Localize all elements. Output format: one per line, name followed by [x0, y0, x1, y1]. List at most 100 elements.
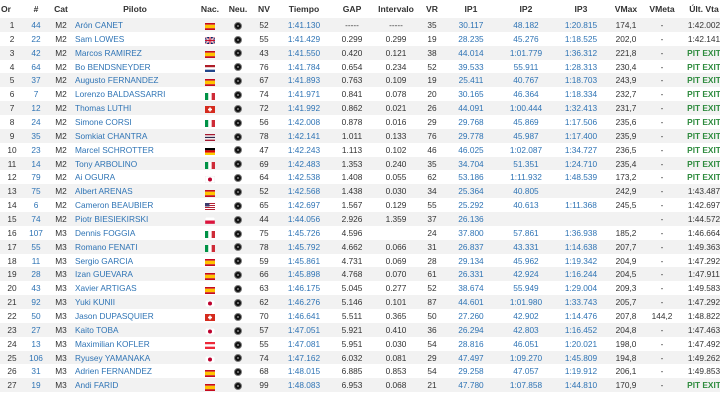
rider-number[interactable]: 11	[24, 253, 48, 268]
rider-number[interactable]: 74	[24, 212, 48, 226]
header-14[interactable]: IP3	[554, 0, 608, 18]
rider-name[interactable]: Kaito TOBA	[74, 322, 196, 337]
rider-number[interactable]: 12	[24, 101, 48, 116]
rider-name[interactable]: Simone CORSI	[74, 115, 196, 129]
rider-name[interactable]: Izan GUEVARA	[74, 267, 196, 282]
interval-cell: 0.030	[372, 184, 420, 199]
rider-number[interactable]: 22	[24, 31, 48, 46]
rider-name[interactable]: Augusto FERNANDEZ	[74, 73, 196, 88]
rider-name[interactable]: Tony ARBOLINO	[74, 156, 196, 171]
rider-number[interactable]: 31	[24, 364, 48, 379]
tyre-icon	[224, 31, 252, 46]
rider-name[interactable]: Romano FENATI	[74, 239, 196, 254]
rider-number[interactable]: 6	[24, 198, 48, 213]
category-cell: M2	[48, 101, 74, 116]
rider-number[interactable]: 13	[24, 336, 48, 351]
header-8[interactable]: Tiempo	[276, 0, 332, 18]
flag-icon	[205, 313, 215, 322]
gap-cell: 0.299	[332, 31, 372, 46]
header-16[interactable]: VMeta	[644, 0, 680, 18]
gap-cell: 5.951	[332, 336, 372, 351]
rider-name[interactable]: Bo BENDSNEYDER	[74, 59, 196, 74]
rider-name[interactable]: Xavier ARTIGAS	[74, 281, 196, 296]
interval-cell: 0.030	[372, 336, 420, 351]
split-3: 1:45.809	[554, 350, 608, 365]
split-1: 39.533	[444, 59, 498, 74]
rider-number[interactable]: 42	[24, 45, 48, 60]
rider-number[interactable]: 24	[24, 115, 48, 129]
rider-name[interactable]: Marcos RAMIREZ	[74, 45, 196, 60]
rider-number[interactable]: 55	[24, 239, 48, 254]
rider-name[interactable]: Sergio GARCIA	[74, 253, 196, 268]
rider-number[interactable]: 19	[24, 378, 48, 393]
rider-number[interactable]: 14	[24, 156, 48, 171]
rider-number[interactable]: 35	[24, 128, 48, 143]
rider-name[interactable]: Adrien FERNANDEZ	[74, 364, 196, 379]
category-cell: M2	[48, 170, 74, 185]
rider-number[interactable]: 64	[24, 59, 48, 74]
header-12[interactable]: IP1	[444, 0, 498, 18]
header-2[interactable]: #	[24, 0, 48, 18]
best-lap-cell: 54	[420, 364, 444, 379]
rider-name[interactable]: Dennis FOGGIA	[74, 225, 196, 240]
vmeta-cell: -	[644, 225, 680, 240]
rider-number[interactable]: 37	[24, 73, 48, 88]
header-6[interactable]: Neu.	[224, 0, 252, 18]
rider-name[interactable]: Piotr BIESIEKIRSKI	[74, 212, 196, 226]
rider-name[interactable]: Yuki KUNII	[74, 295, 196, 310]
interval-cell: 0.410	[372, 322, 420, 337]
rider-number[interactable]: 75	[24, 184, 48, 199]
header-1[interactable]: Or	[0, 0, 24, 18]
header-5[interactable]: Nac.	[196, 0, 224, 18]
split-1: 29.768	[444, 115, 498, 129]
rider-name[interactable]: Cameron BEAUBIER	[74, 198, 196, 213]
rider-name[interactable]: Lorenzo BALDASSARRI	[74, 87, 196, 102]
rider-number[interactable]: 50	[24, 309, 48, 323]
flag-icon	[205, 383, 215, 391]
gap-cell: 0.862	[332, 101, 372, 116]
rider-name[interactable]: Marcel SCHROTTER	[74, 142, 196, 157]
rider-number[interactable]: 79	[24, 170, 48, 185]
rider-number[interactable]: 23	[24, 142, 48, 157]
header-7[interactable]: NV	[252, 0, 276, 18]
last-lap: 1:49.363	[680, 239, 720, 254]
header-11[interactable]: VR	[420, 0, 444, 18]
header-9[interactable]: GAP	[332, 0, 372, 18]
rider-name[interactable]: Albert ARENAS	[74, 184, 196, 199]
rider-number[interactable]: 106	[24, 350, 48, 365]
table-header-row: Or # Cat Piloto Nac. Neu. NV Tiempo GAP Intervalo…	[0, 0, 720, 18]
rider-number[interactable]: 92	[24, 295, 48, 310]
rider-number[interactable]: 7	[24, 87, 48, 102]
rider-name[interactable]: Maximilian KOFLER	[74, 336, 196, 351]
header-3[interactable]: Cat	[48, 0, 74, 18]
rider-name[interactable]: Sam LOWES	[74, 31, 196, 46]
order-cell: 3	[0, 45, 24, 60]
rider-name[interactable]: Andi FARID	[74, 378, 196, 393]
rider-name[interactable]: Somkiat CHANTRA	[74, 128, 196, 143]
rider-number[interactable]: 43	[24, 281, 48, 296]
header-17[interactable]: Últ. Vta	[680, 0, 720, 18]
rider-name[interactable]: Jason DUPASQUIER	[74, 309, 196, 323]
header-4[interactable]: Piloto	[74, 0, 196, 18]
best-time: 1:41.893	[276, 73, 332, 88]
laps-cell: 52	[252, 184, 276, 199]
split-3: 1:18.334	[554, 87, 608, 102]
rider-name[interactable]: Ryusey YAMANAKA	[74, 350, 196, 365]
rider-number[interactable]: 27	[24, 322, 48, 337]
header-13[interactable]: IP2	[498, 0, 554, 18]
rider-name[interactable]: Ai OGURA	[74, 170, 196, 185]
tyre-icon	[224, 267, 252, 282]
rider-number[interactable]: 107	[24, 225, 48, 240]
nation-flag	[196, 87, 224, 102]
best-lap-cell: 50	[420, 309, 444, 323]
header-10[interactable]: Intervalo	[372, 0, 420, 18]
laps-cell: 55	[252, 336, 276, 351]
rider-name[interactable]: Thomas LUTHI	[74, 101, 196, 116]
vmax-cell: 242,9	[608, 184, 644, 199]
rider-number[interactable]: 44	[24, 18, 48, 32]
rider-number[interactable]: 28	[24, 267, 48, 282]
header-15[interactable]: VMax	[608, 0, 644, 18]
category-cell: M2	[48, 73, 74, 88]
order-cell: 8	[0, 115, 24, 129]
rider-name[interactable]: Arón CANET	[74, 18, 196, 32]
